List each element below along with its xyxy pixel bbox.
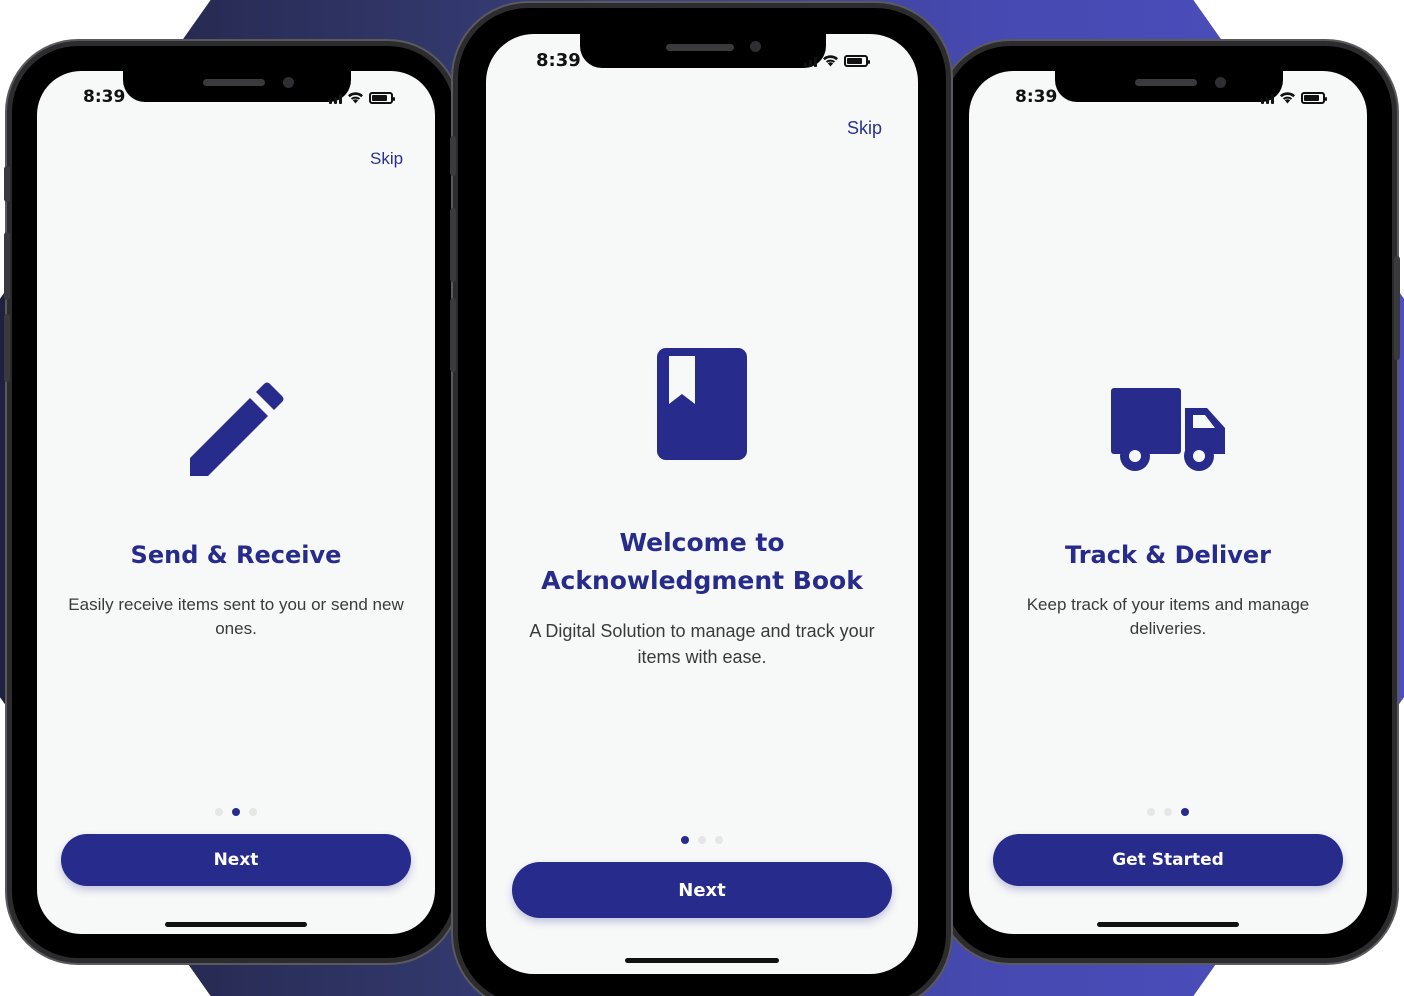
status-icons bbox=[329, 91, 395, 104]
signal-icon bbox=[1261, 92, 1274, 104]
screen-description: Keep track of your items and manage deli… bbox=[1026, 595, 1310, 638]
get-started-button[interactable]: Get Started bbox=[993, 834, 1343, 886]
bookmark-book-icon bbox=[657, 348, 747, 460]
battery-icon bbox=[1301, 91, 1327, 104]
page-dot bbox=[1147, 808, 1155, 816]
home-indicator bbox=[625, 958, 779, 963]
phone-center-side-button bbox=[450, 136, 456, 176]
signal-icon bbox=[329, 92, 342, 104]
status-time: 8:39 bbox=[536, 50, 581, 71]
next-button[interactable]: Next bbox=[61, 834, 411, 886]
pencil-icon bbox=[190, 382, 284, 476]
page-indicator bbox=[37, 808, 435, 816]
page-indicator bbox=[969, 808, 1367, 816]
phone-center-volume-up bbox=[450, 208, 456, 282]
phone-left-side-button bbox=[4, 166, 10, 202]
camera bbox=[750, 41, 761, 52]
phone-right: 8:39 Track & Deliver Keep track of your … bbox=[944, 46, 1400, 958]
page-dot bbox=[215, 808, 223, 816]
phone-center-volume-down bbox=[450, 298, 456, 372]
speaker bbox=[203, 79, 265, 86]
notch bbox=[580, 34, 826, 68]
camera bbox=[1215, 77, 1226, 88]
page-dot-active bbox=[1181, 808, 1189, 816]
speaker bbox=[666, 44, 734, 51]
notch bbox=[1055, 71, 1283, 102]
page-dot bbox=[715, 836, 723, 844]
status-icons bbox=[1261, 91, 1327, 104]
speaker bbox=[1135, 79, 1197, 86]
notch bbox=[123, 71, 351, 102]
page-dot-active bbox=[232, 808, 240, 816]
screen-title-line-2: Acknowledgment Book bbox=[541, 566, 863, 595]
wifi-icon bbox=[1280, 92, 1295, 104]
skip-button[interactable]: Skip bbox=[847, 118, 882, 139]
page-dot bbox=[698, 836, 706, 844]
page-indicator bbox=[486, 836, 918, 844]
wifi-icon bbox=[823, 55, 838, 67]
page-dot bbox=[249, 808, 257, 816]
battery-icon bbox=[369, 91, 395, 104]
screen-title: Send & Receive bbox=[130, 541, 342, 569]
screen-description: Easily receive items sent to you or send… bbox=[68, 595, 404, 638]
phone-left-screen: 8:39 Skip Send & Receive Easily receive … bbox=[37, 71, 435, 934]
phone-left-volume-up bbox=[4, 232, 10, 300]
phone-center: 8:39 Skip Welcome to Acknowledgment Book… bbox=[450, 8, 946, 996]
page-dot-active bbox=[681, 836, 689, 844]
phone-left-volume-down bbox=[4, 314, 10, 382]
phone-left: 8:39 Skip Send & Receive Easily receive … bbox=[4, 46, 454, 958]
next-button[interactable]: Next bbox=[512, 862, 892, 918]
phone-right-side-button bbox=[1394, 256, 1400, 360]
phone-center-screen: 8:39 Skip Welcome to Acknowledgment Book… bbox=[486, 34, 918, 974]
battery-icon bbox=[844, 54, 870, 67]
truck-icon bbox=[1111, 388, 1225, 471]
phone-right-screen: 8:39 Track & Deliver Keep track of your … bbox=[969, 71, 1367, 934]
status-icons bbox=[804, 54, 870, 67]
screen-title: Track & Deliver bbox=[1064, 541, 1271, 569]
status-time: 8:39 bbox=[1015, 87, 1058, 107]
screen-description: A Digital Solution to manage and track y… bbox=[529, 621, 875, 667]
camera bbox=[283, 77, 294, 88]
status-time: 8:39 bbox=[83, 87, 126, 107]
page-dot bbox=[1164, 808, 1172, 816]
screen-title-line-1: Welcome to bbox=[619, 528, 785, 557]
home-indicator bbox=[165, 922, 307, 927]
skip-button[interactable]: Skip bbox=[370, 149, 403, 169]
home-indicator bbox=[1097, 922, 1239, 927]
wifi-icon bbox=[348, 92, 363, 104]
signal-icon bbox=[804, 55, 817, 67]
